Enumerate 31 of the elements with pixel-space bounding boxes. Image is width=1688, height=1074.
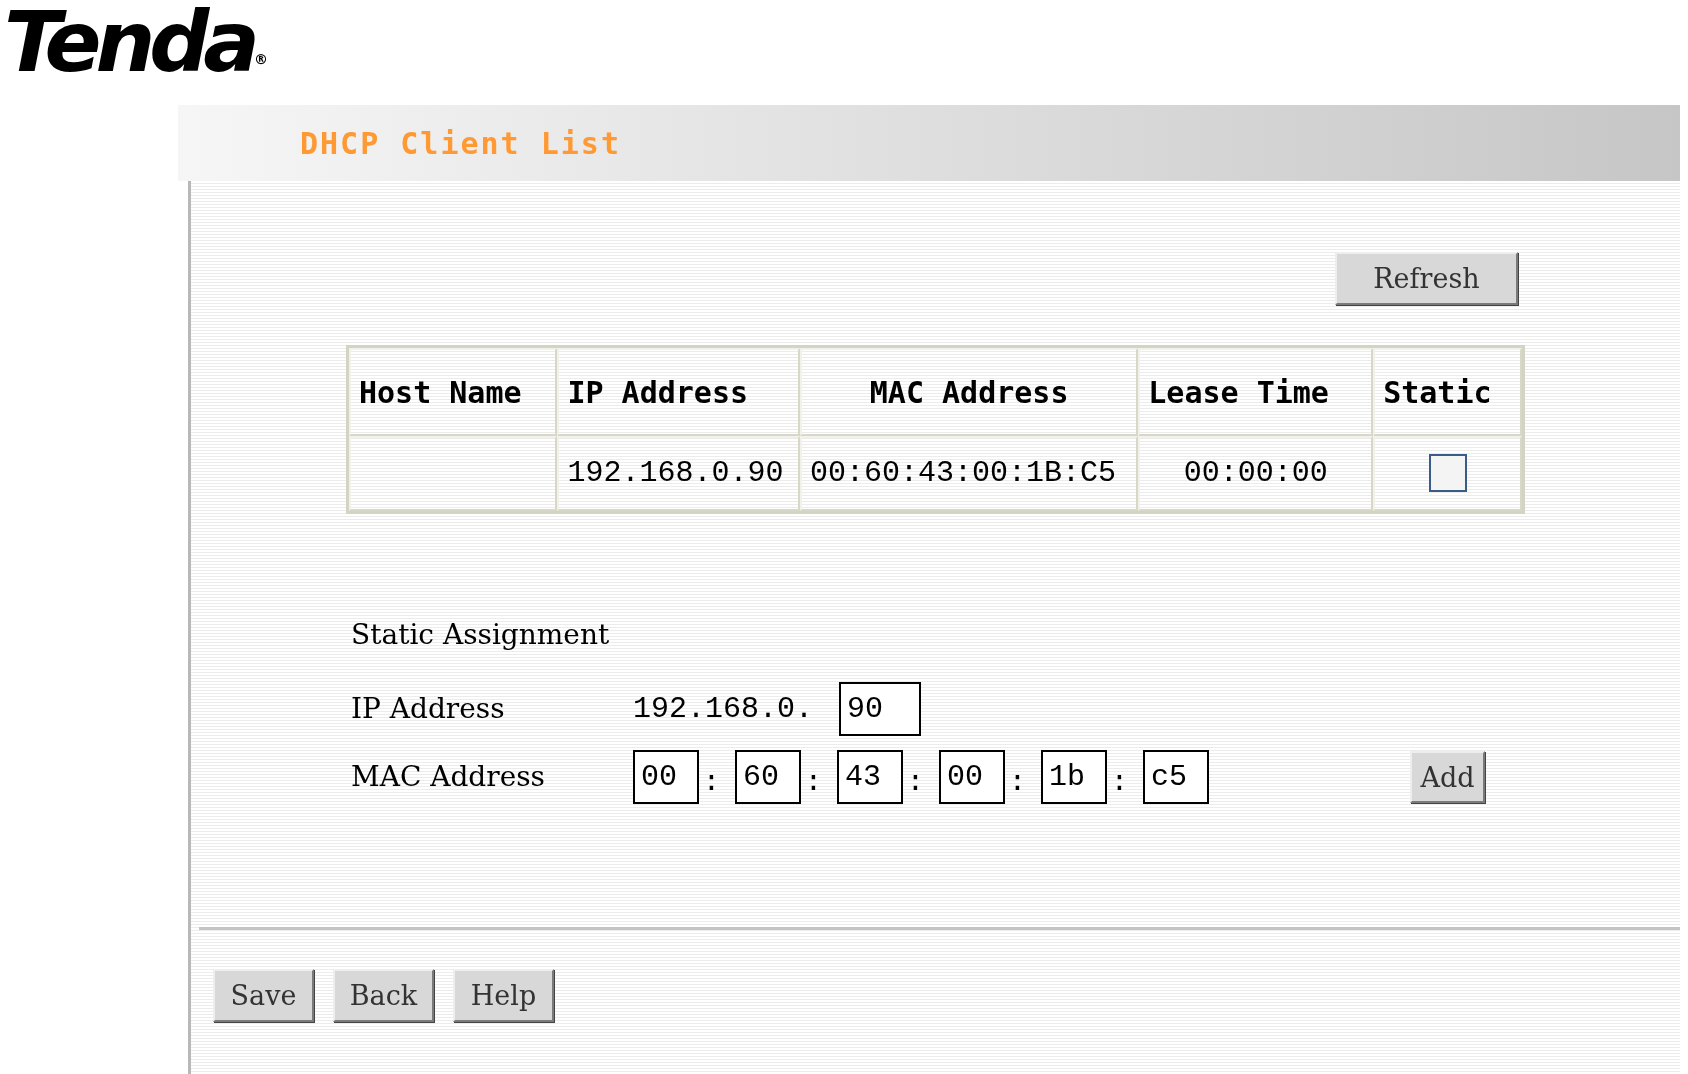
mac-input-field[interactable]: 60 [735, 750, 801, 804]
separator: : [1008, 763, 1027, 799]
table-cell: 00:60:43:00:1B:C5 [800, 436, 1139, 511]
separator: : [702, 763, 721, 799]
section-heading: Static Assignment [351, 617, 610, 653]
column-header: Host Name [349, 348, 558, 436]
mac-input-field[interactable]: 1b [1041, 750, 1107, 804]
refresh-button[interactable]: Refresh [1335, 252, 1518, 305]
footer-button[interactable]: Help [453, 969, 554, 1022]
table-cell: 192.168.0.90 [557, 436, 800, 511]
mac-input-field[interactable]: 00 [633, 750, 699, 804]
table-cell: 00:00:00 [1138, 436, 1374, 511]
column-header: Lease Time [1138, 348, 1374, 436]
mac-input-field[interactable]: c5 [1143, 750, 1209, 804]
footer-button[interactable]: Back [333, 969, 434, 1022]
ip-input-field[interactable]: 90 [839, 682, 922, 736]
column-header: IP Address [557, 348, 800, 436]
field-label: IP Address [351, 691, 506, 727]
mac-input-field[interactable]: 43 [837, 750, 903, 804]
field-label: MAC Address [351, 759, 546, 795]
separator: : [1110, 763, 1129, 799]
ip-prefix: 192.168.0. [633, 690, 814, 728]
static-checkbox[interactable] [1428, 454, 1467, 493]
mac-input-field[interactable]: 00 [939, 750, 1005, 804]
separator: : [804, 763, 823, 799]
add-button[interactable]: Add [1410, 751, 1485, 803]
separator: : [906, 763, 925, 799]
footer-button[interactable]: Save [213, 969, 314, 1022]
column-header: Static [1373, 348, 1522, 436]
panel-title: DHCP Client List [300, 124, 621, 163]
column-header: MAC Address [800, 348, 1139, 436]
